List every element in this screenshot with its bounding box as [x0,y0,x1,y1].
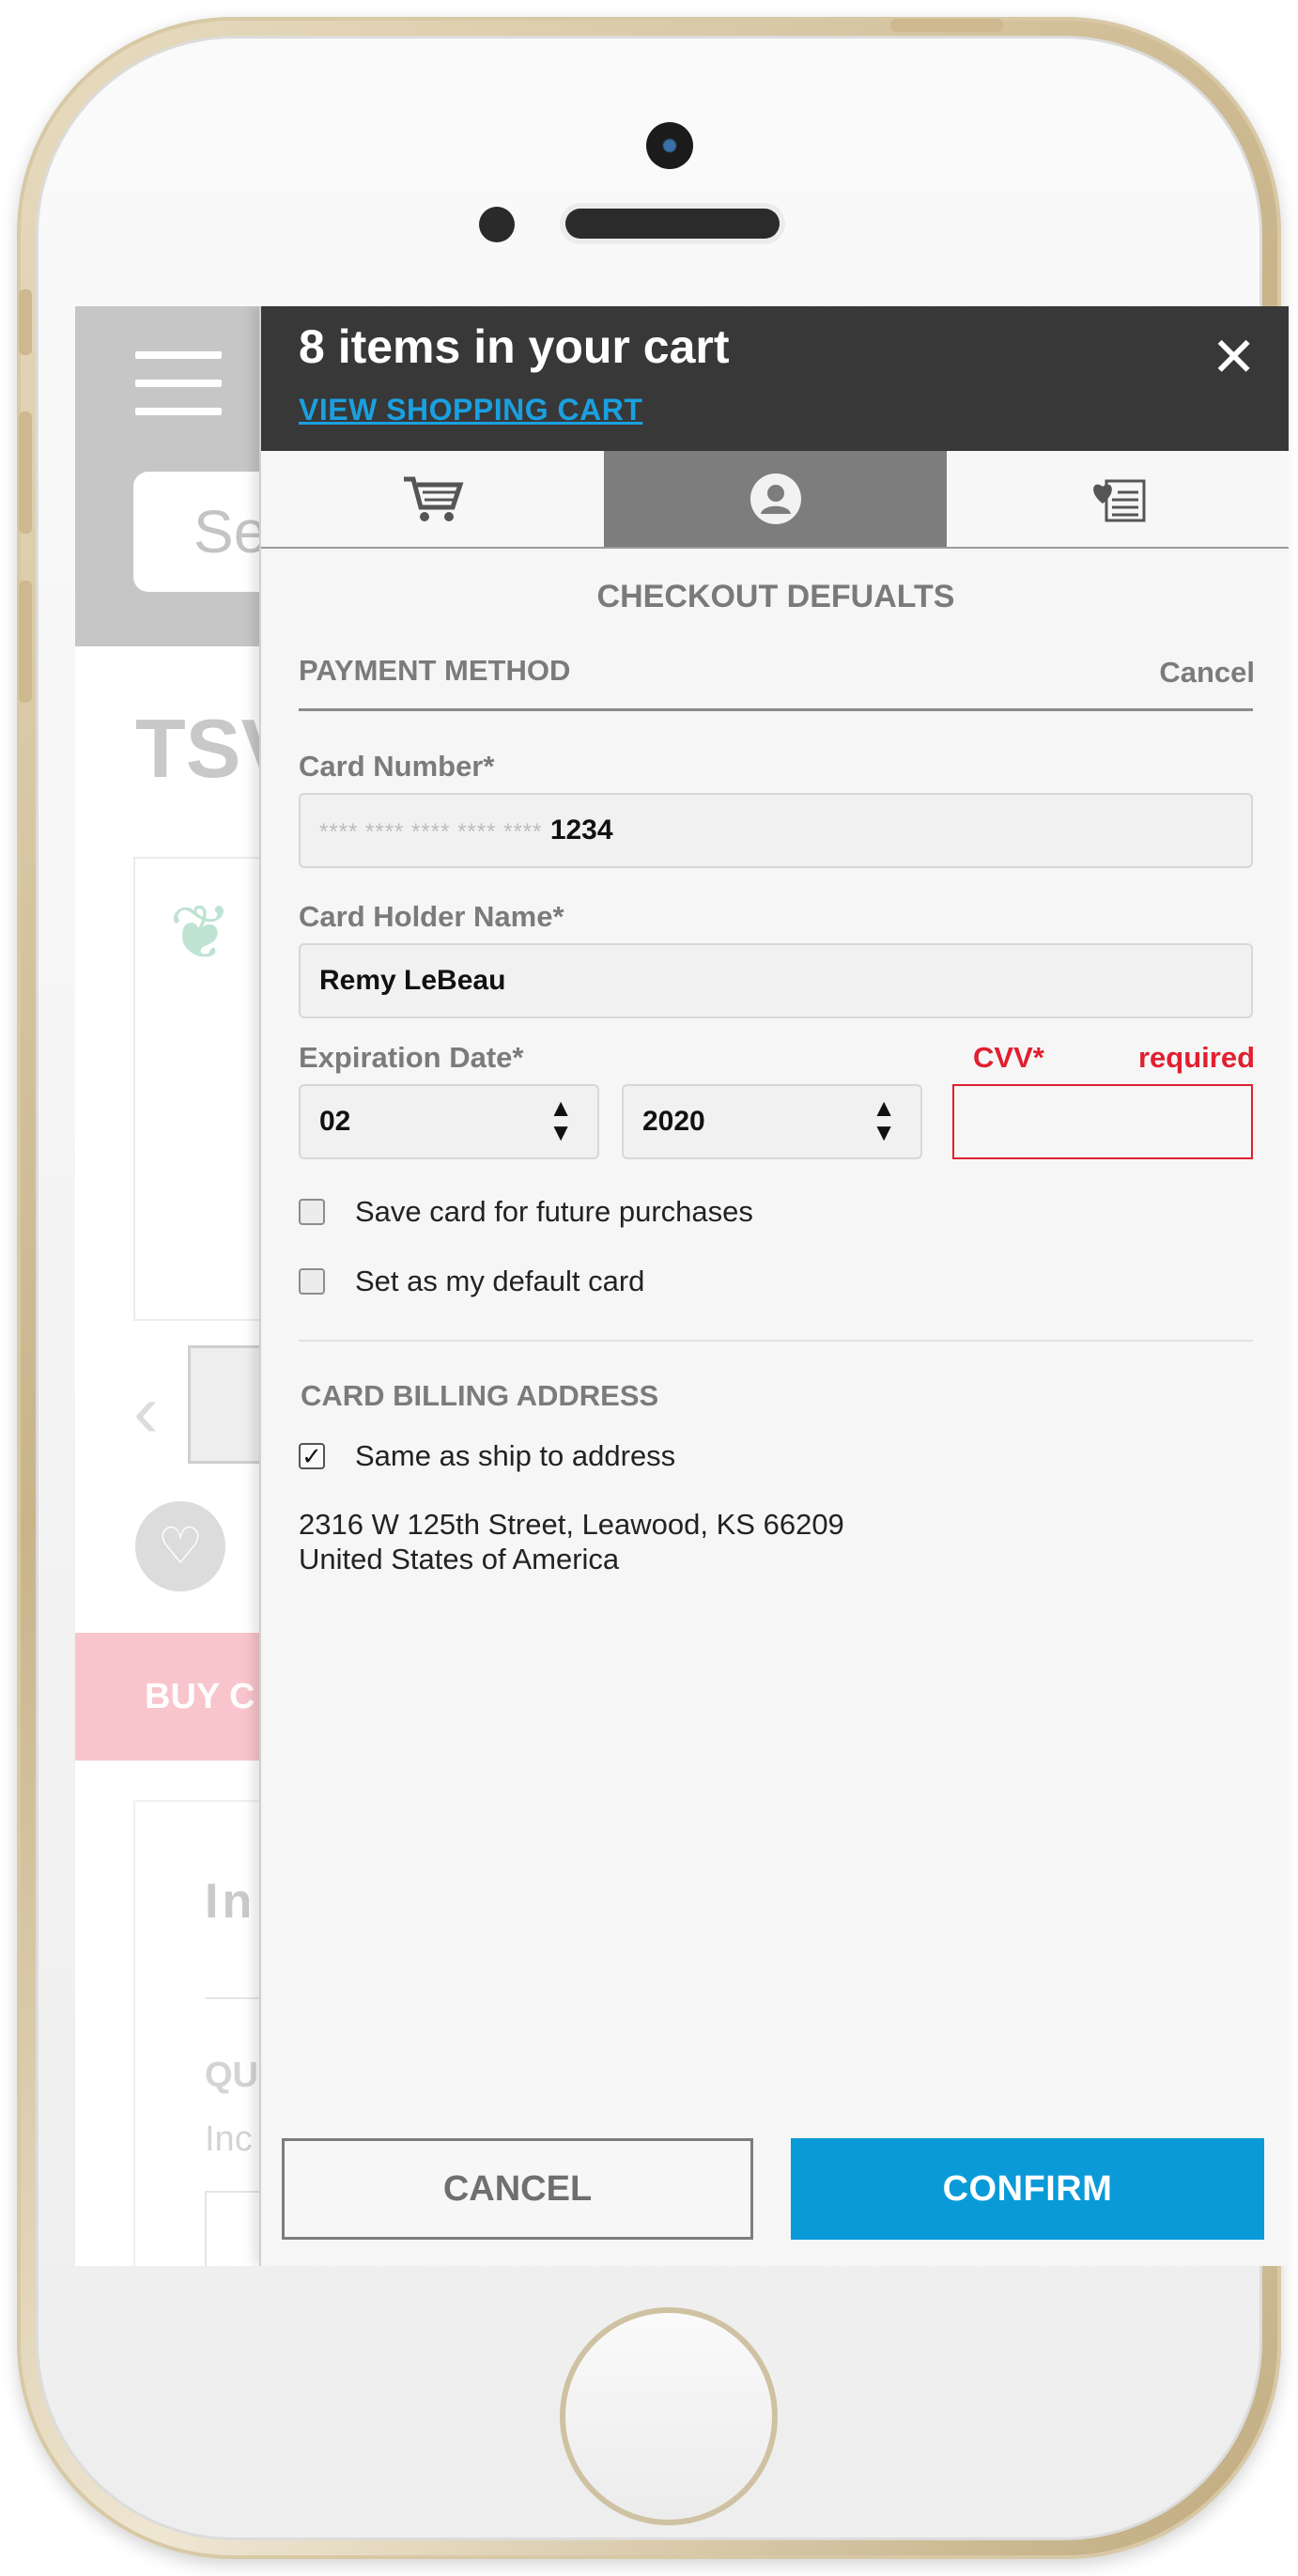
earpiece-speaker [565,209,780,239]
background-qty-label: QU [205,2056,258,2095]
billing-address: 2316 W 125th Street, Leawood, KS 66209 U… [299,1507,844,1576]
drawer-tabs [261,451,1289,549]
default-card-label: Set as my default card [355,1265,645,1297]
address-line-2: United States of America [299,1543,620,1575]
save-card-label: Save card for future purchases [355,1195,753,1228]
tab-account[interactable] [604,451,947,547]
tab-wishlist[interactable] [947,451,1289,547]
default-card-checkbox[interactable] [299,1268,325,1295]
same-as-ship-label: Same as ship to address [355,1439,676,1472]
card-number-field[interactable]: **** **** **** **** **** 1234 [299,793,1253,868]
card-holder-label: Card Holder Name* [299,900,564,933]
exp-year-select[interactable]: 2020 ▲ ▼ [622,1084,922,1159]
exp-month-select[interactable]: 02 ▲ ▼ [299,1084,599,1159]
cart-header: 8 items in your cart VIEW SHOPPING CART … [261,306,1289,451]
cvv-required-error: required [1137,1041,1255,1074]
stepper-arrows-icon: ▲ ▼ [872,1094,896,1146]
cart-drawer: 8 items in your cart VIEW SHOPPING CART … [259,306,1289,2266]
confirm-button[interactable]: CONFIRM [791,2138,1264,2240]
view-shopping-cart-link[interactable]: VIEW SHOPPING CART [299,393,642,427]
cart-item-count: 8 items in your cart [299,320,730,373]
leaf-icon: ❦ [169,891,233,974]
phone-frame: Se TSV ❦ ‹ ♡ BUY C In QU Inc 8 items in … [17,17,1289,2559]
save-card-checkbox-row[interactable]: Save card for future purchases [299,1195,753,1229]
chevron-left-icon: ‹ [133,1369,159,1452]
card-number-label: Card Number* [299,750,495,783]
card-number-mask: **** **** **** **** **** [319,819,543,845]
mute-switch [19,289,32,355]
background-inc-label: Inc [205,2119,253,2159]
proximity-sensor [479,207,515,242]
user-icon [749,473,801,524]
wishlist-icon [1092,479,1145,522]
home-button[interactable] [560,2307,778,2525]
save-card-checkbox[interactable] [299,1199,325,1225]
cancel-button[interactable]: CANCEL [282,2138,753,2240]
cvv-input[interactable] [952,1084,1253,1159]
stepper-arrows-icon: ▲ ▼ [549,1094,573,1146]
same-as-ship-checkbox-row[interactable]: ✓ Same as ship to address [299,1439,675,1473]
add-to-wishlist-icon: ♡ [135,1501,225,1591]
address-line-1: 2316 W 125th Street, Leawood, KS 66209 [299,1508,844,1541]
card-number-last4: 1234 [549,815,613,846]
volume-up-button [19,411,32,534]
background-section-heading: In [205,1874,256,1929]
card-holder-field[interactable]: Remy LeBeau [299,943,1253,1018]
checkout-defaults-title: CHECKOUT DEFUALTS [596,579,955,614]
tab-cart[interactable] [261,451,604,547]
exp-month-value: 02 [319,1106,351,1137]
default-card-checkbox-row[interactable]: Set as my default card [299,1265,644,1298]
menu-icon[interactable] [135,351,222,436]
expiration-date-label: Expiration Date* [299,1041,524,1074]
billing-divider [299,1340,1253,1342]
same-as-ship-checkbox[interactable]: ✓ [299,1443,325,1469]
payment-method-heading: PAYMENT METHOD [299,654,571,687]
power-button [890,19,1003,32]
cart-icon [403,476,463,521]
exp-year-value: 2020 [642,1106,705,1137]
payment-method-divider [299,708,1253,711]
volume-down-button [19,581,32,703]
card-billing-address-heading: CARD BILLING ADDRESS [301,1379,659,1412]
cvv-label: CVV* [973,1041,1044,1074]
front-camera [646,122,693,169]
payment-cancel-link[interactable]: Cancel [1159,656,1255,690]
close-icon[interactable]: ✕ [1211,325,1257,391]
screen: Se TSV ❦ ‹ ♡ BUY C In QU Inc 8 items in … [75,306,1289,2266]
